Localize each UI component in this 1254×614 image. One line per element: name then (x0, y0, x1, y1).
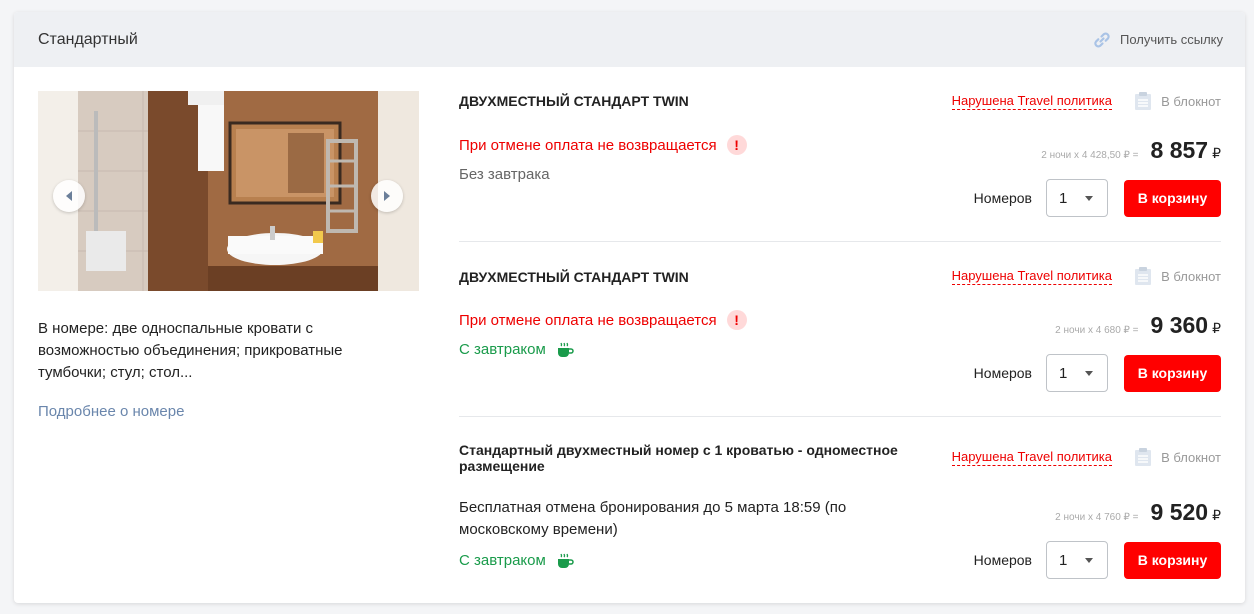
get-link-label: Получить ссылку (1119, 32, 1223, 47)
policy-violation-link[interactable]: Нарушена Travel политика (951, 93, 1112, 110)
room-photo (38, 91, 419, 291)
price-value: 9 520 ₽ (1150, 499, 1221, 525)
bathroom-photo (38, 91, 419, 291)
photo-next-button[interactable] (371, 180, 403, 212)
add-to-cart-button[interactable]: В корзину (1124, 541, 1221, 579)
cancellation-text: При отмене оплата не возвращается (459, 311, 717, 329)
room-description: В номере: две односпальные кровати с воз… (38, 320, 343, 381)
offer-item: ДВУХМЕСТНЫЙ СТАНДАРТ TWIN Нарушена Trave… (459, 242, 1221, 417)
room-type-title: Стандартный (38, 30, 138, 48)
room-details-link[interactable]: Подробнее о номере (38, 403, 184, 420)
rooms-count-select[interactable]: 1 (1046, 541, 1108, 579)
rooms-count-select[interactable]: 1 (1046, 354, 1108, 392)
coffee-cup-icon (557, 553, 574, 568)
rooms-count-value: 1 (1059, 551, 1068, 569)
room-card: Стандартный Получить ссылку В номере: дв… (14, 12, 1245, 603)
buy-row: Номеров 1 В корзину (974, 354, 1221, 392)
price-calculation: 2 ночи х 4 680 ₽ = (1055, 325, 1139, 336)
photo-prev-button[interactable] (53, 180, 85, 212)
price-value: 9 360 ₽ (1150, 312, 1221, 338)
offer-item: Стандартный двухместный номер с 1 кроват… (459, 417, 1221, 603)
clipboard-icon (1135, 92, 1152, 110)
cancellation-policy: При отмене оплата не возвращается ! (459, 135, 747, 155)
meal-info: Без завтрака (459, 166, 550, 183)
meal-info: С завтраком (459, 552, 574, 569)
buy-row: Номеров 1 В корзину (974, 541, 1221, 579)
chevron-right-icon (384, 191, 390, 201)
chevron-down-icon (1085, 557, 1093, 563)
link-icon (1094, 32, 1110, 47)
meal-text: С завтраком (459, 341, 546, 358)
notebook-label: В блокнот (1161, 268, 1221, 284)
chevron-down-icon (1085, 370, 1093, 376)
offer-item: ДВУХМЕСТНЫЙ СТАНДАРТ TWIN Нарушена Trave… (459, 91, 1221, 242)
price-row: 2 ночи х 4 680 ₽ = 9 360 ₽ (1055, 312, 1221, 339)
price-row: 2 ночи х 4 760 ₽ = 9 520 ₽ (1055, 499, 1221, 526)
policy-violation-link[interactable]: Нарушена Travel политика (951, 449, 1112, 466)
add-to-cart-button[interactable]: В корзину (1124, 179, 1221, 217)
offers-list: ДВУХМЕСТНЫЙ СТАНДАРТ TWIN Нарушена Trave… (459, 91, 1221, 603)
offer-name: ДВУХМЕСТНЫЙ СТАНДАРТ TWIN (459, 93, 689, 109)
clipboard-icon (1135, 267, 1152, 285)
cancellation-text: При отмене оплата не возвращается (459, 136, 717, 154)
chevron-down-icon (1085, 195, 1093, 201)
notebook-label: В блокнот (1161, 449, 1221, 465)
room-info: В номере: две односпальные кровати с воз… (38, 91, 419, 421)
cancellation-policy: Бесплатная отмена бронирования до 5 март… (459, 499, 847, 538)
price-row: 2 ночи х 4 428,50 ₽ = 8 857 ₽ (1041, 137, 1221, 164)
cancellation-policy: При отмене оплата не возвращается ! (459, 310, 747, 330)
add-to-cart-button[interactable]: В корзину (1124, 354, 1221, 392)
price-calculation: 2 ночи х 4 760 ₽ = (1055, 512, 1139, 523)
add-to-notebook-button[interactable]: В блокнот (1134, 266, 1221, 286)
rooms-count-value: 1 (1059, 364, 1068, 382)
meal-text: С завтраком (459, 552, 546, 569)
coffee-cup-icon (557, 342, 574, 357)
price-value: 8 857 ₽ (1150, 137, 1221, 163)
buy-row: Номеров 1 В корзину (974, 179, 1221, 217)
policy-violation-link[interactable]: Нарушена Travel политика (951, 268, 1112, 285)
warning-icon[interactable]: ! (726, 310, 747, 330)
add-to-notebook-button[interactable]: В блокнот (1134, 91, 1221, 111)
clipboard-icon (1135, 448, 1152, 466)
rooms-count-select[interactable]: 1 (1046, 179, 1108, 217)
rooms-count-value: 1 (1059, 189, 1068, 207)
add-to-notebook-button[interactable]: В блокнот (1134, 447, 1221, 467)
rooms-label: Номеров (973, 365, 1032, 381)
warning-icon[interactable]: ! (726, 135, 747, 155)
price-calculation: 2 ночи х 4 428,50 ₽ = (1041, 150, 1139, 161)
card-header: Стандартный Получить ссылку (14, 12, 1245, 67)
offer-name: ДВУХМЕСТНЫЙ СТАНДАРТ TWIN (459, 269, 689, 285)
notebook-label: В блокнот (1161, 93, 1221, 109)
rooms-label: Номеров (973, 190, 1032, 206)
rooms-label: Номеров (973, 552, 1032, 568)
meal-info: С завтраком (459, 341, 574, 358)
offer-name: Стандартный двухместный номер с 1 кроват… (459, 442, 898, 474)
chevron-left-icon (66, 191, 72, 201)
get-link-button[interactable]: Получить ссылку (1092, 30, 1223, 50)
